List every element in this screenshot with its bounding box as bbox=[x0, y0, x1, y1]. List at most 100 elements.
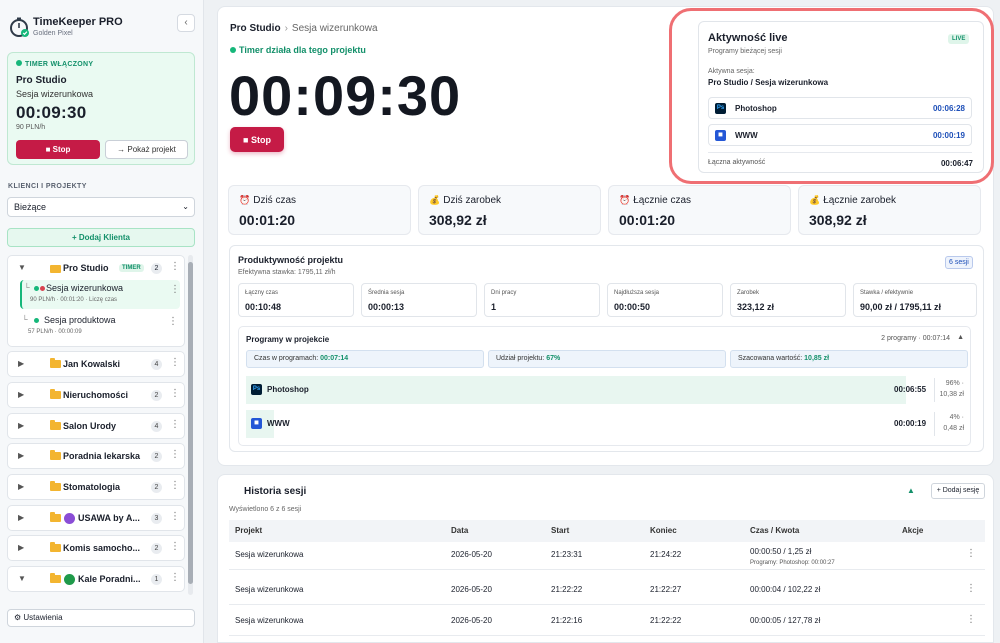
more-options-icon[interactable]: ⋮ bbox=[170, 261, 180, 272]
timer-rate: 90 PLN/h bbox=[16, 124, 46, 131]
more-options-icon[interactable]: ⋮ bbox=[170, 284, 180, 295]
history-subtitle: Wyświetlono 6 z 6 sesji bbox=[229, 506, 302, 513]
metric-longest-session: Najdłuższa sesja 00:00:50 bbox=[607, 283, 723, 317]
cell-date: 2026-05-20 bbox=[451, 550, 492, 559]
session-item-wizerunkowa[interactable]: └ Sesja wizerunkowa 90 PLN/h · 00:01:20 … bbox=[20, 280, 180, 309]
collapse-caret-icon[interactable]: ▲ bbox=[957, 334, 964, 341]
expand-arrow-icon[interactable]: ▶ bbox=[18, 359, 24, 368]
more-options-icon[interactable]: ⋮ bbox=[170, 388, 180, 399]
total-activity-value: 00:06:47 bbox=[940, 159, 973, 168]
client-item[interactable]: ▶ USAWA by A... 3 ⋮ bbox=[7, 505, 185, 531]
cell-start: 21:23:31 bbox=[551, 550, 583, 559]
live-program-row: Ps Photoshop 00:06:28 bbox=[708, 97, 972, 119]
expand-arrow-icon[interactable]: ▶ bbox=[18, 513, 24, 522]
folder-icon bbox=[50, 420, 61, 430]
column-header[interactable]: Czas / Kwota bbox=[750, 526, 799, 535]
www-icon: ◼ bbox=[251, 418, 262, 429]
cell-end: 21:22:27 bbox=[650, 585, 682, 594]
row-actions-icon[interactable]: ⋮ bbox=[966, 548, 976, 559]
expand-arrow-icon[interactable]: ▶ bbox=[18, 482, 24, 491]
chip-program-time: Czas w programach: 00:07:14 bbox=[246, 350, 484, 368]
alarm-clock-icon: ⏰ bbox=[239, 195, 251, 205]
cell-amount: 00:00:04 / 102,22 zł bbox=[750, 585, 821, 594]
expand-arrow-icon[interactable]: ▶ bbox=[18, 421, 24, 430]
more-options-icon[interactable]: ⋮ bbox=[168, 316, 178, 327]
table-row[interactable]: Sesja wizerunkowa 2026-05-20 21:22:22 21… bbox=[229, 577, 985, 605]
more-options-icon[interactable]: ⋮ bbox=[170, 357, 180, 368]
stat-label: Dziś czas bbox=[253, 195, 297, 206]
client-name: Stomatologia bbox=[63, 482, 121, 492]
sidebar-stop-button[interactable]: ■ Stop bbox=[16, 140, 100, 159]
settings-button[interactable]: ⚙ Ustawienia bbox=[7, 609, 195, 627]
program-name: WWW bbox=[735, 131, 758, 140]
expand-arrow-icon[interactable]: ▶ bbox=[18, 543, 24, 552]
more-options-icon[interactable]: ⋮ bbox=[170, 449, 180, 460]
timer-tag: TIMER bbox=[119, 264, 144, 272]
client-logo-icon bbox=[64, 513, 75, 524]
chip-project-share: Udział projektu: 67% bbox=[488, 350, 726, 368]
stat-value: 308,92 zł bbox=[429, 212, 487, 228]
client-name: Pro Studio bbox=[63, 263, 109, 273]
cell-start: 21:22:16 bbox=[551, 616, 583, 625]
column-header[interactable]: Data bbox=[451, 526, 468, 535]
chevron-down-icon: ⌄ bbox=[182, 202, 189, 211]
row-actions-icon[interactable]: ⋮ bbox=[966, 583, 976, 594]
status-dot-icon bbox=[230, 47, 236, 53]
sidebar-scroll-thumb[interactable] bbox=[188, 262, 193, 584]
collapse-caret-icon[interactable]: ▲ bbox=[907, 486, 915, 495]
metric-avg-session: Średnia sesja 00:00:13 bbox=[361, 283, 477, 317]
client-item[interactable]: ▶ Nieruchomości 2 ⋮ bbox=[7, 382, 185, 408]
table-row[interactable]: Sesja wizerunkowa 2026-05-20 21:23:31 21… bbox=[229, 542, 985, 570]
add-client-button[interactable]: + Dodaj Klienta bbox=[7, 228, 195, 247]
expand-arrow-icon[interactable]: ▼ bbox=[18, 263, 26, 272]
tree-branch-icon: └ bbox=[24, 283, 30, 292]
program-time: 00:00:19 bbox=[932, 131, 965, 140]
client-item[interactable]: ▼ Kale Poradni... 1 ⋮ bbox=[7, 566, 185, 592]
client-item[interactable]: ▶ Poradnia lekarska 2 ⋮ bbox=[7, 443, 185, 469]
expand-arrow-icon[interactable]: ▶ bbox=[18, 390, 24, 399]
client-item[interactable]: ▶ Jan Kowalski 4 ⋮ bbox=[7, 351, 185, 377]
client-item[interactable]: ▶ Salon Urody 4 ⋮ bbox=[7, 413, 185, 439]
folder-icon bbox=[50, 542, 61, 552]
client-filter-select[interactable]: Bieżące ⌄ bbox=[7, 197, 195, 217]
breadcrumb-project[interactable]: Pro Studio bbox=[230, 23, 281, 34]
collapse-sidebar-button[interactable]: ‹ bbox=[177, 14, 195, 32]
expand-arrow-icon[interactable]: ▶ bbox=[18, 451, 24, 460]
timer-status: Timer działa dla tego projektu bbox=[230, 45, 366, 55]
cell-amount: 00:00:05 / 127,78 zł bbox=[750, 616, 821, 625]
more-options-icon[interactable]: ⋮ bbox=[170, 419, 180, 430]
more-options-icon[interactable]: ⋮ bbox=[170, 541, 180, 552]
client-item[interactable]: ▶ Komis samocho... 2 ⋮ bbox=[7, 535, 185, 561]
timer-status-label: TIMER WŁĄCZONY bbox=[16, 60, 93, 68]
more-options-icon[interactable]: ⋮ bbox=[170, 511, 180, 522]
column-header[interactable]: Koniec bbox=[650, 526, 677, 535]
column-header[interactable]: Projekt bbox=[235, 526, 262, 535]
program-time: 00:06:55 bbox=[894, 385, 927, 394]
folder-icon bbox=[50, 573, 61, 583]
folder-icon bbox=[50, 481, 61, 491]
live-subtitle: Programy bieżącej sesji bbox=[708, 48, 782, 55]
expand-arrow-icon[interactable]: ▼ bbox=[18, 574, 26, 583]
timer-time: 00:09:30 bbox=[16, 103, 87, 122]
client-item[interactable]: ▶ Stomatologia 2 ⋮ bbox=[7, 474, 185, 500]
client-pro-studio[interactable]: ▼ Pro Studio TIMER 2 ⋮ └ Sesja wizerunko… bbox=[7, 255, 185, 347]
photoshop-icon: Ps bbox=[251, 384, 262, 395]
table-row[interactable]: Sesja wizerunkowa 2026-05-20 21:22:16 21… bbox=[229, 608, 985, 636]
stop-button[interactable]: ■ Stop bbox=[230, 127, 284, 152]
metric-earnings: Zarobek 323,12 zł bbox=[730, 283, 846, 317]
effective-rate: Efektywna stawka: 1795,11 zł/h bbox=[238, 269, 336, 276]
metric-value: 1 bbox=[491, 302, 497, 312]
cell-date: 2026-05-20 bbox=[451, 585, 492, 594]
show-project-button[interactable]: → Pokaż projekt bbox=[105, 140, 188, 159]
client-name: Kale Poradni... bbox=[78, 574, 141, 584]
more-options-icon[interactable]: ⋮ bbox=[170, 572, 180, 583]
metric-value: 323,12 zł bbox=[737, 302, 775, 312]
session-item-produktowa[interactable]: └ Sesja produktowa 57 PLN/h · 00:00:09 ⋮ bbox=[20, 312, 180, 341]
row-actions-icon[interactable]: ⋮ bbox=[966, 614, 976, 625]
status-dot-icon bbox=[34, 318, 39, 323]
session-count-badge: 4 bbox=[151, 421, 162, 432]
column-header[interactable]: Start bbox=[551, 526, 569, 535]
stat-today-earnings: 💰 Dziś zarobek 308,92 zł bbox=[418, 185, 601, 235]
add-session-button[interactable]: + Dodaj sesję bbox=[931, 483, 985, 499]
more-options-icon[interactable]: ⋮ bbox=[170, 480, 180, 491]
